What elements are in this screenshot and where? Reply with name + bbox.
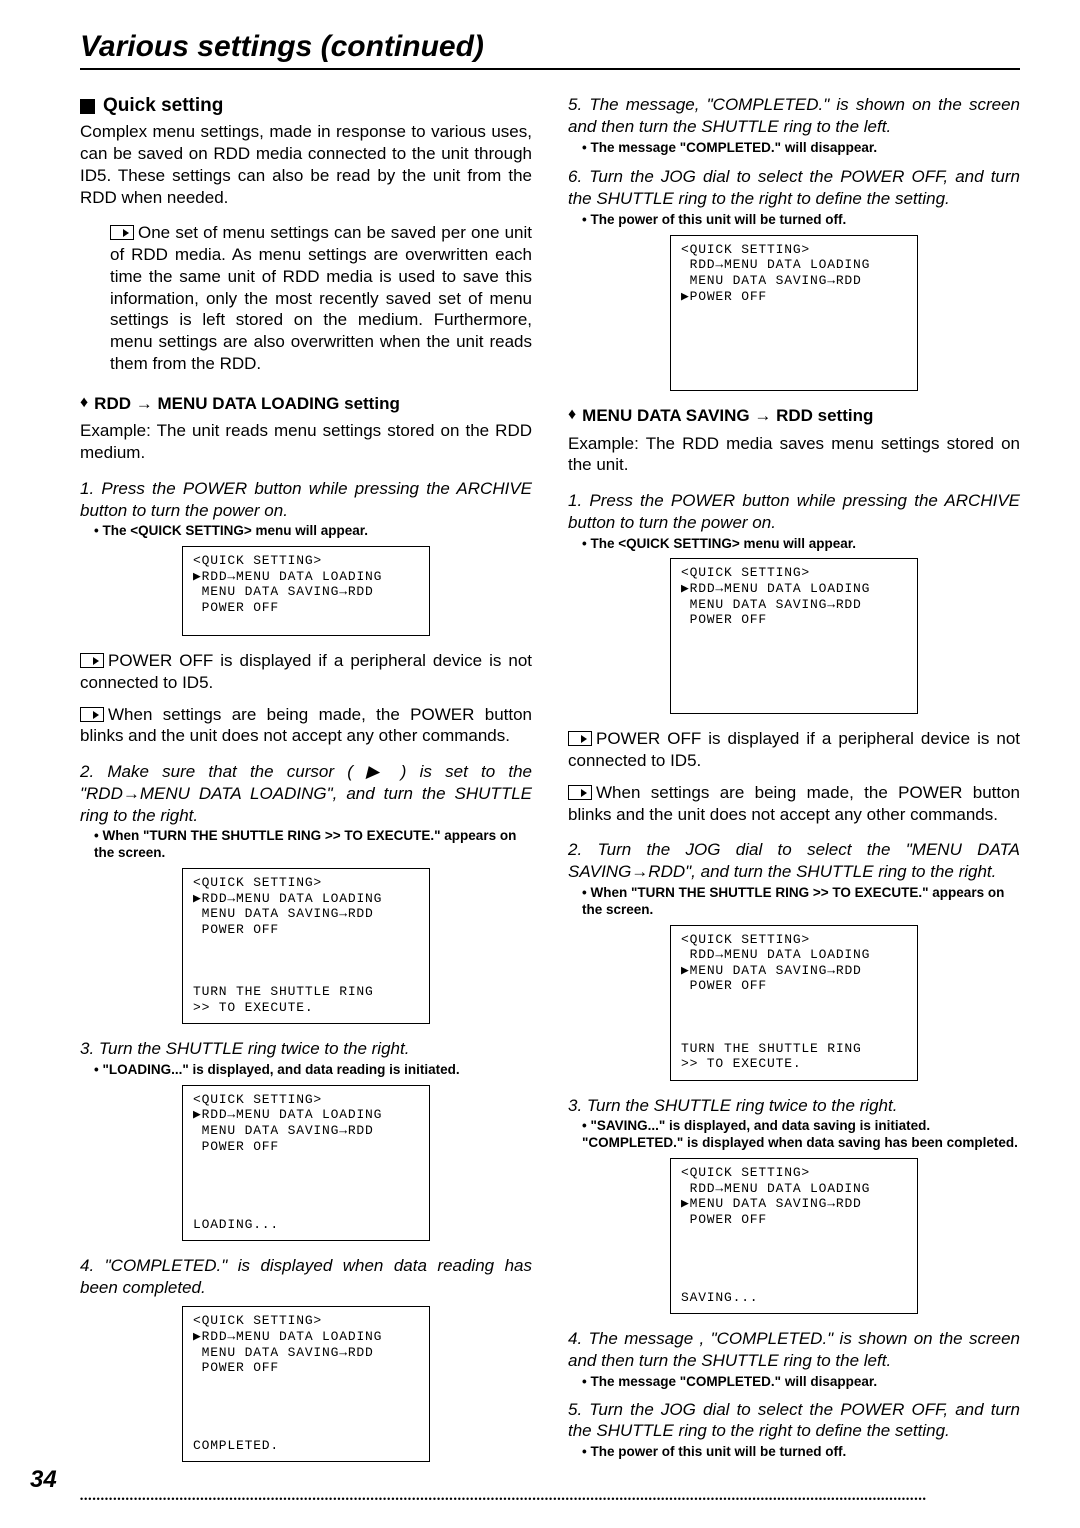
- square-bullet-icon: [80, 99, 95, 114]
- page-number: 34: [30, 1466, 57, 1494]
- note-icon: [568, 731, 592, 746]
- saving-step-3-bullet: • "SAVING..." is displayed, and data sav…: [582, 1118, 1020, 1152]
- loading-note-blink: When settings are being made, the POWER …: [80, 704, 532, 748]
- loading-step-1: 1. Press the POWER button while pressing…: [80, 478, 532, 522]
- screen-loading-3: <QUICK SETTING> ▶RDD→MENU DATA LOADING M…: [182, 1085, 430, 1241]
- loading-step-2: 2. Make sure that the cursor ( ▶ ) is se…: [80, 761, 532, 826]
- page-title: Various settings (continued): [80, 30, 1020, 70]
- left-column: Quick setting Complex menu settings, mad…: [80, 94, 532, 1476]
- note-icon: [110, 225, 134, 240]
- saving-note-poweroff: POWER OFF is displayed if a peripheral d…: [568, 728, 1020, 772]
- menu-saving-heading: ♦ MENU DATA SAVING → RDD setting: [568, 405, 1020, 427]
- saving-step-5-bullet: • The power of this unit will be turned …: [582, 1444, 1020, 1461]
- menu-saving-example: Example: The RDD media saves menu settin…: [568, 433, 1020, 477]
- loading-step-3: 3. Turn the SHUTTLE ring twice to the ri…: [80, 1038, 532, 1060]
- saving-step-3: 3. Turn the SHUTTLE ring twice to the ri…: [568, 1095, 1020, 1117]
- screen-saving-1: <QUICK SETTING> ▶RDD→MENU DATA LOADING M…: [670, 558, 918, 714]
- screen-saving-3: <QUICK SETTING> RDD→MENU DATA LOADING ▶M…: [670, 1158, 918, 1314]
- quick-setting-note: One set of menu settings can be saved pe…: [110, 222, 532, 374]
- screen-saving-2: <QUICK SETTING> RDD→MENU DATA LOADING ▶M…: [670, 925, 918, 1081]
- note-icon: [568, 785, 592, 800]
- saving-step-2: 2. Turn the JOG dial to select the "MENU…: [568, 839, 1020, 883]
- dotted-rule: ••••••••••••••••••••••••••••••••••••••••…: [80, 1494, 1020, 1506]
- screen-loading-2: <QUICK SETTING> ▶RDD→MENU DATA LOADING M…: [182, 868, 430, 1024]
- diamond-icon: ♦: [568, 405, 576, 425]
- loading-step-6: 6. Turn the JOG dial to select the POWER…: [568, 166, 1020, 210]
- saving-step-2-bullet: • When "TURN THE SHUTTLE RING >> TO EXEC…: [582, 885, 1020, 919]
- loading-note-poweroff-text: POWER OFF is displayed if a peripheral d…: [80, 651, 532, 692]
- saving-step-5: 5. Turn the JOG dial to select the POWER…: [568, 1399, 1020, 1443]
- loading-step-4: 4. "COMPLETED." is displayed when data r…: [80, 1255, 532, 1299]
- rdd-loading-heading: ♦ RDD → MENU DATA LOADING setting: [80, 393, 532, 415]
- loading-step-3-bullet: • "LOADING..." is displayed, and data re…: [94, 1062, 532, 1079]
- saving-note-blink: When settings are being made, the POWER …: [568, 782, 1020, 826]
- loading-step-5-bullet: • The message "COMPLETED." will disappea…: [582, 140, 1020, 157]
- loading-note-blink-text: When settings are being made, the POWER …: [80, 705, 532, 746]
- screen-loading-4: <QUICK SETTING> ▶RDD→MENU DATA LOADING M…: [182, 1306, 430, 1462]
- note-icon: [80, 653, 104, 668]
- quick-setting-heading: Quick setting: [80, 94, 532, 118]
- saving-note-poweroff-text: POWER OFF is displayed if a peripheral d…: [568, 729, 1020, 770]
- quick-setting-body: Complex menu settings, made in response …: [80, 121, 532, 208]
- rdd-loading-heading-text: RDD → MENU DATA LOADING setting: [94, 393, 400, 415]
- loading-step-1-bullet: • The <QUICK SETTING> menu will appear.: [94, 523, 532, 540]
- quick-setting-note-text: One set of menu settings can be saved pe…: [110, 223, 532, 373]
- quick-setting-label: Quick setting: [103, 94, 223, 118]
- diamond-icon: ♦: [80, 393, 88, 413]
- saving-step-1: 1. Press the POWER button while pressing…: [568, 490, 1020, 534]
- saving-note-blink-text: When settings are being made, the POWER …: [568, 783, 1020, 824]
- screen-loading-1: <QUICK SETTING> ▶RDD→MENU DATA LOADING M…: [182, 546, 430, 636]
- loading-step-2-bullet: • When "TURN THE SHUTTLE RING >> TO EXEC…: [94, 828, 532, 862]
- right-column: 5. The message, "COMPLETED." is shown on…: [568, 94, 1020, 1476]
- loading-step-5: 5. The message, "COMPLETED." is shown on…: [568, 94, 1020, 138]
- screen-loading-5: <QUICK SETTING> RDD→MENU DATA LOADING ME…: [670, 235, 918, 391]
- saving-step-4-bullet: • The message "COMPLETED." will disappea…: [582, 1374, 1020, 1391]
- loading-note-poweroff: POWER OFF is displayed if a peripheral d…: [80, 650, 532, 694]
- note-icon: [80, 707, 104, 722]
- rdd-loading-example: Example: The unit reads menu settings st…: [80, 420, 532, 464]
- saving-step-4: 4. The message , "COMPLETED." is shown o…: [568, 1328, 1020, 1372]
- menu-saving-heading-text: MENU DATA SAVING → RDD setting: [582, 405, 873, 427]
- saving-step-1-bullet: • The <QUICK SETTING> menu will appear.: [582, 536, 1020, 553]
- two-column-layout: Quick setting Complex menu settings, mad…: [80, 94, 1020, 1476]
- loading-step-6-bullet: • The power of this unit will be turned …: [582, 212, 1020, 229]
